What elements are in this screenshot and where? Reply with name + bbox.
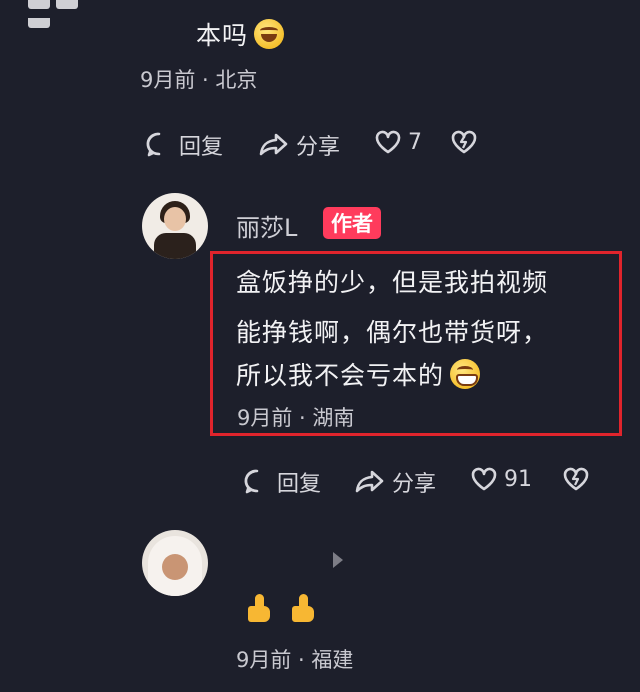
share-arrow-icon — [355, 470, 384, 493]
broken-heart-icon — [563, 467, 589, 491]
comment2-meta: 9月前 · 湖南 — [237, 406, 355, 430]
thumbs-up-icon — [246, 594, 272, 622]
comment1-reply-button[interactable]: 回复 — [145, 129, 223, 161]
reply-arrow-icon — [333, 552, 343, 568]
comment1-text-tail: 本吗 — [196, 21, 249, 50]
commenter-avatar[interactable] — [142, 530, 208, 596]
author-avatar[interactable] — [142, 193, 208, 259]
comment2-reply-button[interactable]: 回复 — [243, 466, 321, 498]
reply-label: 回复 — [179, 135, 224, 160]
comment3-meta: 9月前 · 福建 — [236, 648, 354, 672]
comment1-like-button[interactable]: 7 — [374, 129, 422, 155]
thumbs-up-icon — [290, 594, 316, 622]
heart-outline-icon — [471, 467, 497, 491]
comment1-dislike-button[interactable] — [450, 129, 484, 155]
like-count: 91 — [504, 466, 532, 492]
laughing-emoji-icon — [254, 19, 285, 49]
comment3-emojis — [246, 594, 334, 626]
author-name[interactable]: 丽莎L — [236, 208, 297, 243]
comment2-line2: 能挣钱啊，偶尔也带货呀， — [236, 318, 549, 347]
comment2-share-button[interactable]: 分享 — [354, 466, 436, 498]
like-count: 7 — [408, 129, 422, 155]
comment1-share-button[interactable]: 分享 — [258, 129, 340, 161]
share-label: 分享 — [296, 135, 341, 160]
grinning-emoji-icon — [450, 359, 481, 389]
comment1-meta: 9月前 · 北京 — [140, 68, 258, 92]
comment1-text: 本吗 — [196, 16, 285, 52]
heart-outline-icon — [375, 130, 401, 154]
comment2-line3-text: 所以我不会亏本的 — [236, 361, 445, 390]
comment2-like-button[interactable]: 91 — [470, 466, 532, 492]
comment2-line3: 所以我不会亏本的 — [236, 356, 481, 392]
comment2-dislike-button[interactable] — [562, 466, 596, 492]
broken-heart-icon — [451, 130, 477, 154]
share-arrow-icon — [259, 133, 288, 156]
author-badge: 作者 — [323, 207, 381, 239]
top-cropped-logo — [28, 0, 108, 28]
reply-bubble-icon — [244, 469, 259, 494]
reply-bubble-icon — [146, 132, 161, 157]
comment2-line1: 盒饭挣的少，但是我拍视频 — [236, 268, 549, 297]
share-label: 分享 — [392, 472, 437, 497]
reply-label: 回复 — [277, 472, 322, 497]
